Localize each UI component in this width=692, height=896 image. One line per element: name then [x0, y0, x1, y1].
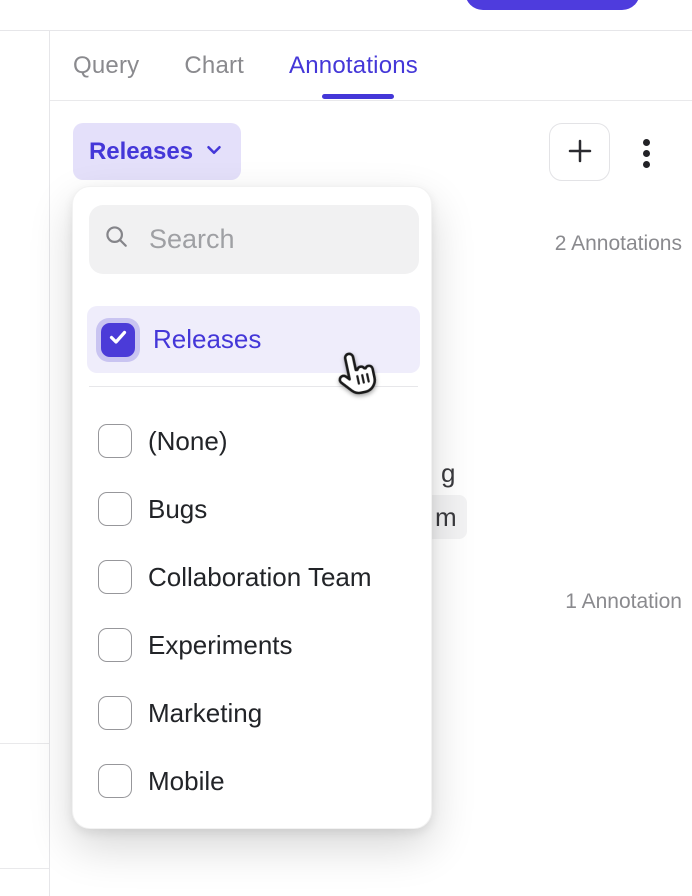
releases-dropdown-panel: Releases (None) Bugs Collaboration Team … — [72, 186, 432, 829]
checkbox-unchecked[interactable] — [98, 764, 132, 798]
sidebar-row-divider — [0, 868, 49, 869]
option-label: (None) — [148, 426, 227, 457]
option-label: Collaboration Team — [148, 562, 372, 593]
app-screen: Query Chart Annotations Releases 2 Annot… — [0, 0, 692, 896]
search-icon — [103, 223, 131, 256]
option-label: Mobile — [148, 766, 225, 797]
dropdown-option-list: (None) Bugs Collaboration Team Experimen… — [73, 407, 433, 815]
annotations-count-top: 2 Annotations — [555, 232, 682, 256]
kebab-icon — [643, 139, 650, 146]
checkbox-focus-ring — [96, 318, 140, 362]
active-tab-indicator — [322, 94, 394, 99]
option-label: Bugs — [148, 494, 207, 525]
releases-filter-button[interactable]: Releases — [73, 123, 241, 180]
obscured-tag-text: m — [435, 502, 457, 533]
primary-action-button[interactable] — [465, 0, 640, 10]
chevron-down-icon — [203, 139, 225, 164]
checkbox-checked[interactable] — [101, 323, 135, 357]
checkbox-unchecked[interactable] — [98, 560, 132, 594]
option-row-marketing[interactable]: Marketing — [73, 679, 433, 747]
kebab-icon — [643, 161, 650, 168]
option-row-releases[interactable]: Releases — [87, 306, 420, 373]
option-row-mobile[interactable]: Mobile — [73, 747, 433, 815]
search-input[interactable] — [131, 205, 503, 274]
option-row-none[interactable]: (None) — [73, 407, 433, 475]
add-annotation-button[interactable] — [549, 123, 610, 181]
plus-icon — [565, 136, 595, 169]
tab-query[interactable]: Query — [73, 52, 139, 80]
dropdown-divider — [89, 386, 418, 387]
option-label: Experiments — [148, 630, 293, 661]
tab-chart[interactable]: Chart — [184, 52, 244, 80]
checkbox-unchecked[interactable] — [98, 492, 132, 526]
tab-annotations[interactable]: Annotations — [289, 52, 418, 80]
checkbox-unchecked[interactable] — [98, 424, 132, 458]
checkbox-unchecked[interactable] — [98, 628, 132, 662]
option-row-collaboration-team[interactable]: Collaboration Team — [73, 543, 433, 611]
option-row-experiments[interactable]: Experiments — [73, 611, 433, 679]
sidebar-border — [49, 31, 50, 896]
tab-bar: Query Chart Annotations — [50, 31, 692, 101]
kebab-icon — [643, 150, 650, 157]
obscured-text-fragment: g — [441, 458, 455, 489]
option-row-bugs[interactable]: Bugs — [73, 475, 433, 543]
releases-filter-label: Releases — [89, 138, 193, 166]
more-options-button[interactable] — [632, 131, 660, 175]
checkbox-unchecked[interactable] — [98, 696, 132, 730]
dropdown-search — [89, 205, 419, 274]
check-icon — [106, 325, 130, 354]
sidebar-row-divider — [0, 743, 49, 744]
option-label: Releases — [153, 324, 261, 355]
annotations-count-bottom: 1 Annotation — [565, 590, 682, 614]
option-label: Marketing — [148, 698, 262, 729]
